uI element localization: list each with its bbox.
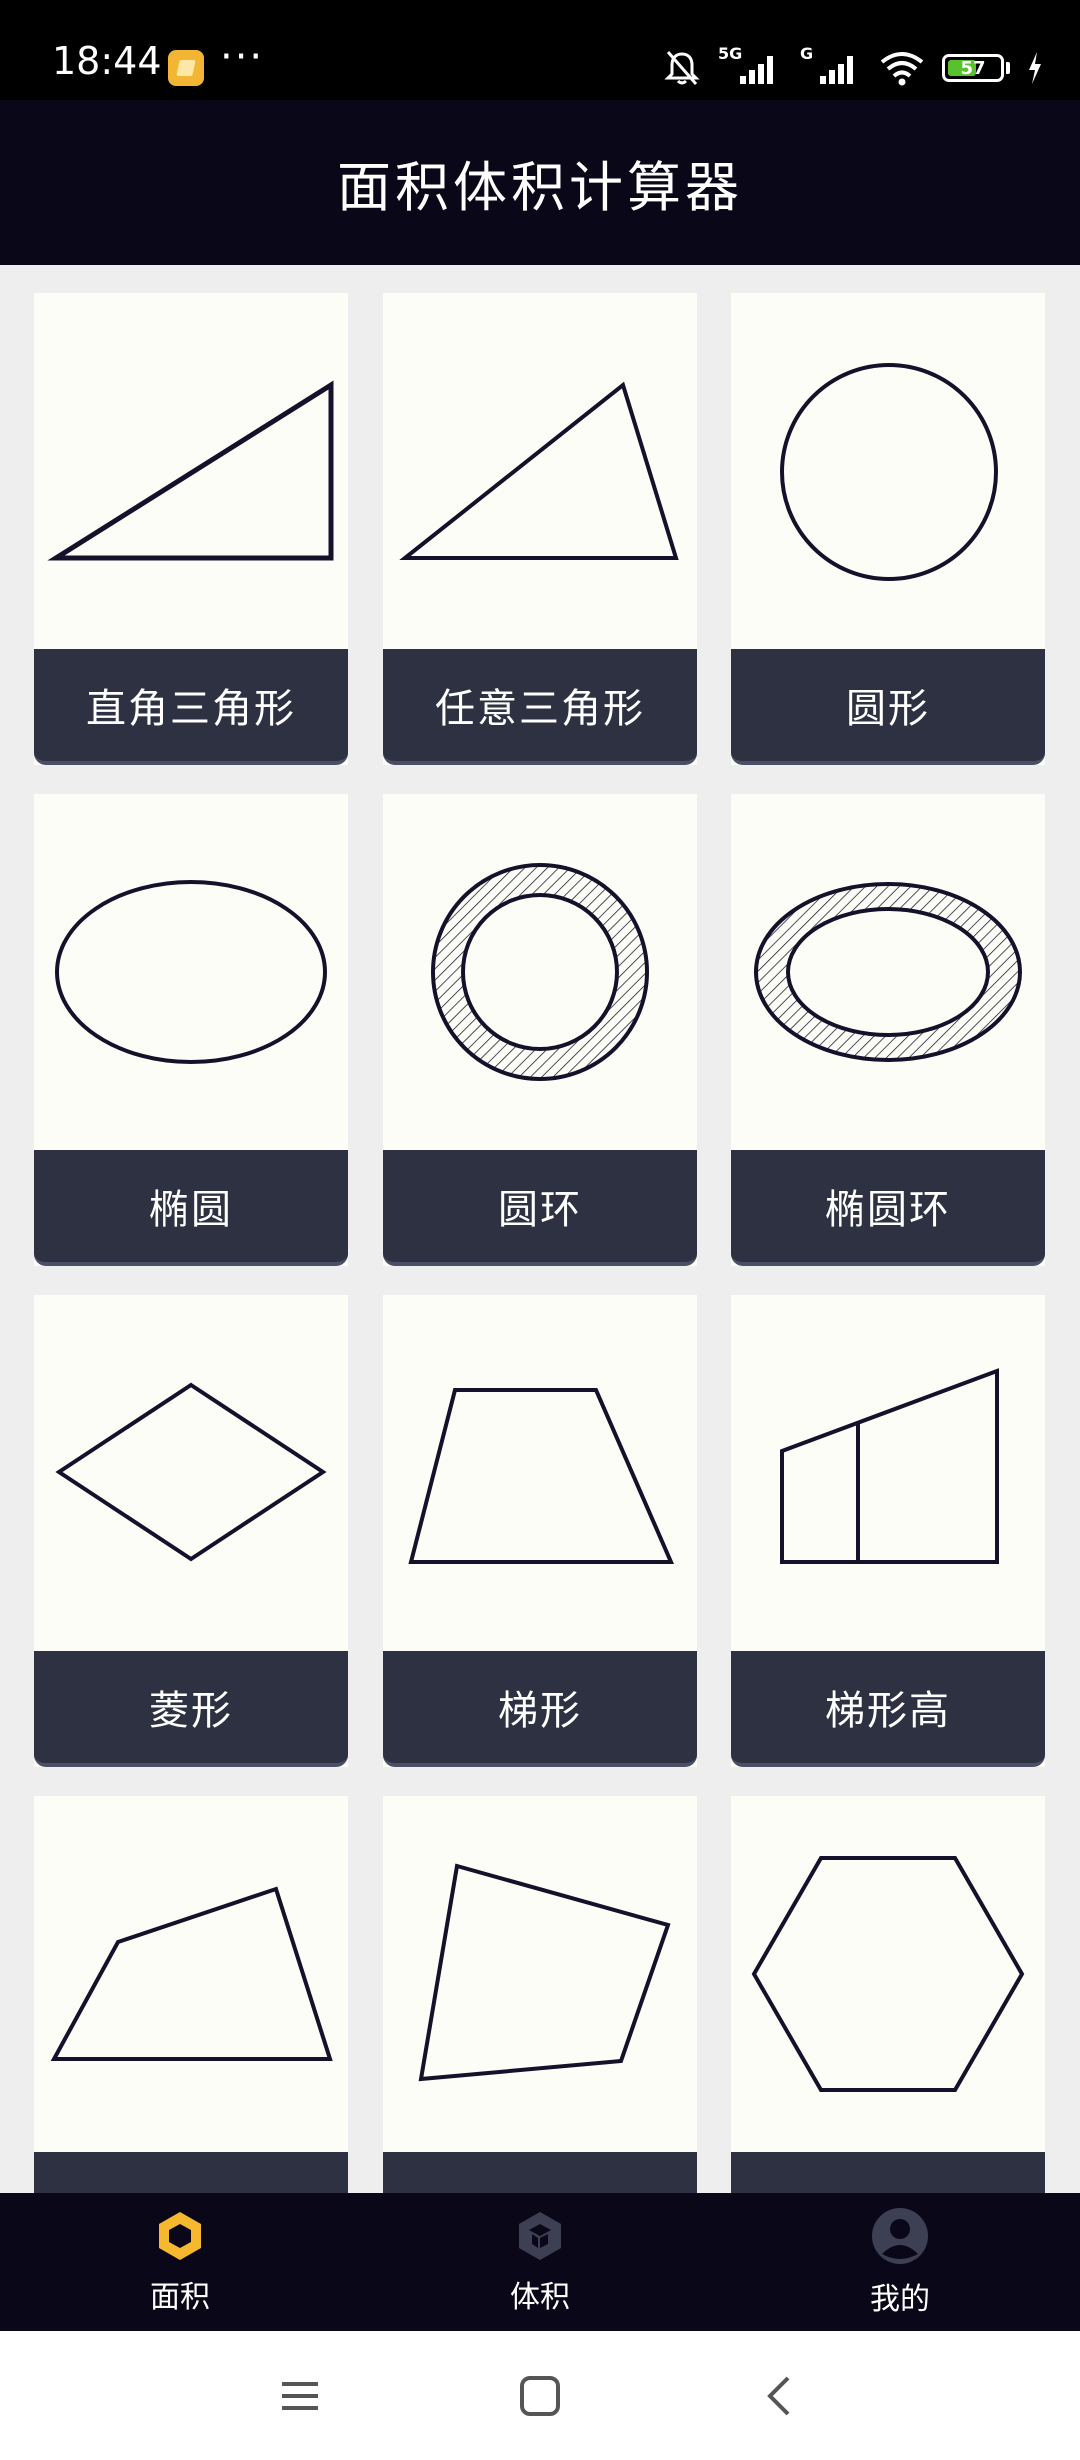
menu-icon [282, 2381, 318, 2410]
app-bar: 面积体积计算器 [0, 100, 1080, 265]
irregular-quadrilateral-shape-icon [418, 1863, 671, 2082]
nav-label-profile: 我的 [870, 2282, 930, 2317]
circle-shape-icon [780, 363, 998, 581]
shape-label: 圆形 [731, 649, 1045, 765]
ellipse-shape-icon [55, 880, 327, 1064]
shape-card-irregular-quadrilateral[interactable] [383, 1796, 697, 2193]
charging-bolt-icon [1029, 52, 1041, 84]
quadrilateral-shape-icon [50, 1886, 333, 2061]
nav-label-volume: 体积 [510, 2280, 570, 2315]
trapezoid-height-shape-icon [780, 1368, 999, 1564]
wifi-icon [880, 52, 924, 86]
shape-card-right-triangle[interactable]: 直角三角形 [34, 293, 348, 765]
shape-label: 圆环 [383, 1150, 697, 1266]
battery-icon: 57 [942, 54, 1004, 82]
signal-g-icon: G [798, 44, 862, 88]
shape-card-hexagon[interactable] [731, 1796, 1045, 2193]
back-chevron-icon [767, 2376, 790, 2415]
back-button[interactable] [735, 2351, 825, 2441]
nav-label-area: 面积 [150, 2280, 210, 2315]
mute-bell-icon [664, 51, 700, 85]
shape-card-elliptical-ring[interactable]: 椭圆环 [731, 794, 1045, 1266]
shape-label [383, 2152, 697, 2193]
battery-level: 57 [960, 58, 986, 79]
rhombus-shape-icon [55, 1382, 327, 1562]
elliptical-ring-shape-icon [754, 882, 1022, 1062]
status-bar: 18:44 ··· 5G G 57 [0, 0, 1080, 100]
shape-label: 椭圆环 [731, 1150, 1045, 1266]
home-square-icon [520, 2375, 560, 2416]
status-time: 18:44 [52, 39, 162, 83]
scalene-triangle-shape-icon [399, 381, 679, 560]
shape-label: 梯形 [383, 1651, 697, 1767]
nav-tab-profile[interactable]: 我的 [720, 2193, 1080, 2331]
status-icons: 5G G 57 [662, 44, 1044, 92]
notes-app-notification-icon [168, 50, 204, 86]
page-title: 面积体积计算器 [337, 156, 743, 219]
shape-label: 任意三角形 [383, 649, 697, 765]
cube-volume-icon [519, 2212, 561, 2260]
nav-tab-area[interactable]: 面积 [0, 2193, 360, 2331]
shape-card-trapezoid-height[interactable]: 梯形高 [731, 1295, 1045, 1767]
trapezoid-shape-icon [408, 1388, 675, 1564]
shape-label [34, 2152, 348, 2193]
shape-card-circle[interactable]: 圆形 [731, 293, 1045, 765]
shape-label: 直角三角形 [34, 649, 348, 765]
hexagon-shape-icon [751, 1856, 1025, 2092]
shape-label [731, 2152, 1045, 2193]
shape-label: 梯形高 [731, 1651, 1045, 1767]
battery-tip [1006, 62, 1010, 74]
home-button[interactable] [495, 2351, 585, 2441]
shape-card-scalene-triangle[interactable]: 任意三角形 [383, 293, 697, 765]
shape-card-ellipse[interactable]: 椭圆 [34, 794, 348, 1266]
system-navigation-bar [0, 2331, 1080, 2460]
shape-card-quadrilateral[interactable] [34, 1796, 348, 2193]
shape-card-ring[interactable]: 圆环 [383, 794, 697, 1266]
recent-apps-button[interactable] [255, 2351, 345, 2441]
right-triangle-shape-icon [47, 380, 334, 561]
hexagon-area-icon [159, 2212, 201, 2260]
shape-label: 菱形 [34, 1651, 348, 1767]
more-notifications-indicator: ··· [220, 34, 265, 80]
user-profile-icon [872, 2208, 928, 2264]
bottom-navigation: 面积 体积 我的 [0, 2193, 1080, 2331]
signal-5g-icon: 5G [718, 44, 782, 88]
shape-card-rhombus[interactable]: 菱形 [34, 1295, 348, 1767]
shape-label: 椭圆 [34, 1150, 348, 1266]
ring-shape-icon [431, 863, 649, 1081]
shape-card-trapezoid[interactable]: 梯形 [383, 1295, 697, 1767]
nav-tab-volume[interactable]: 体积 [360, 2193, 720, 2331]
shape-grid: 直角三角形 任意三角形 圆形 椭圆 圆环 椭圆环 菱形 梯形 梯形高 [0, 265, 1080, 2193]
